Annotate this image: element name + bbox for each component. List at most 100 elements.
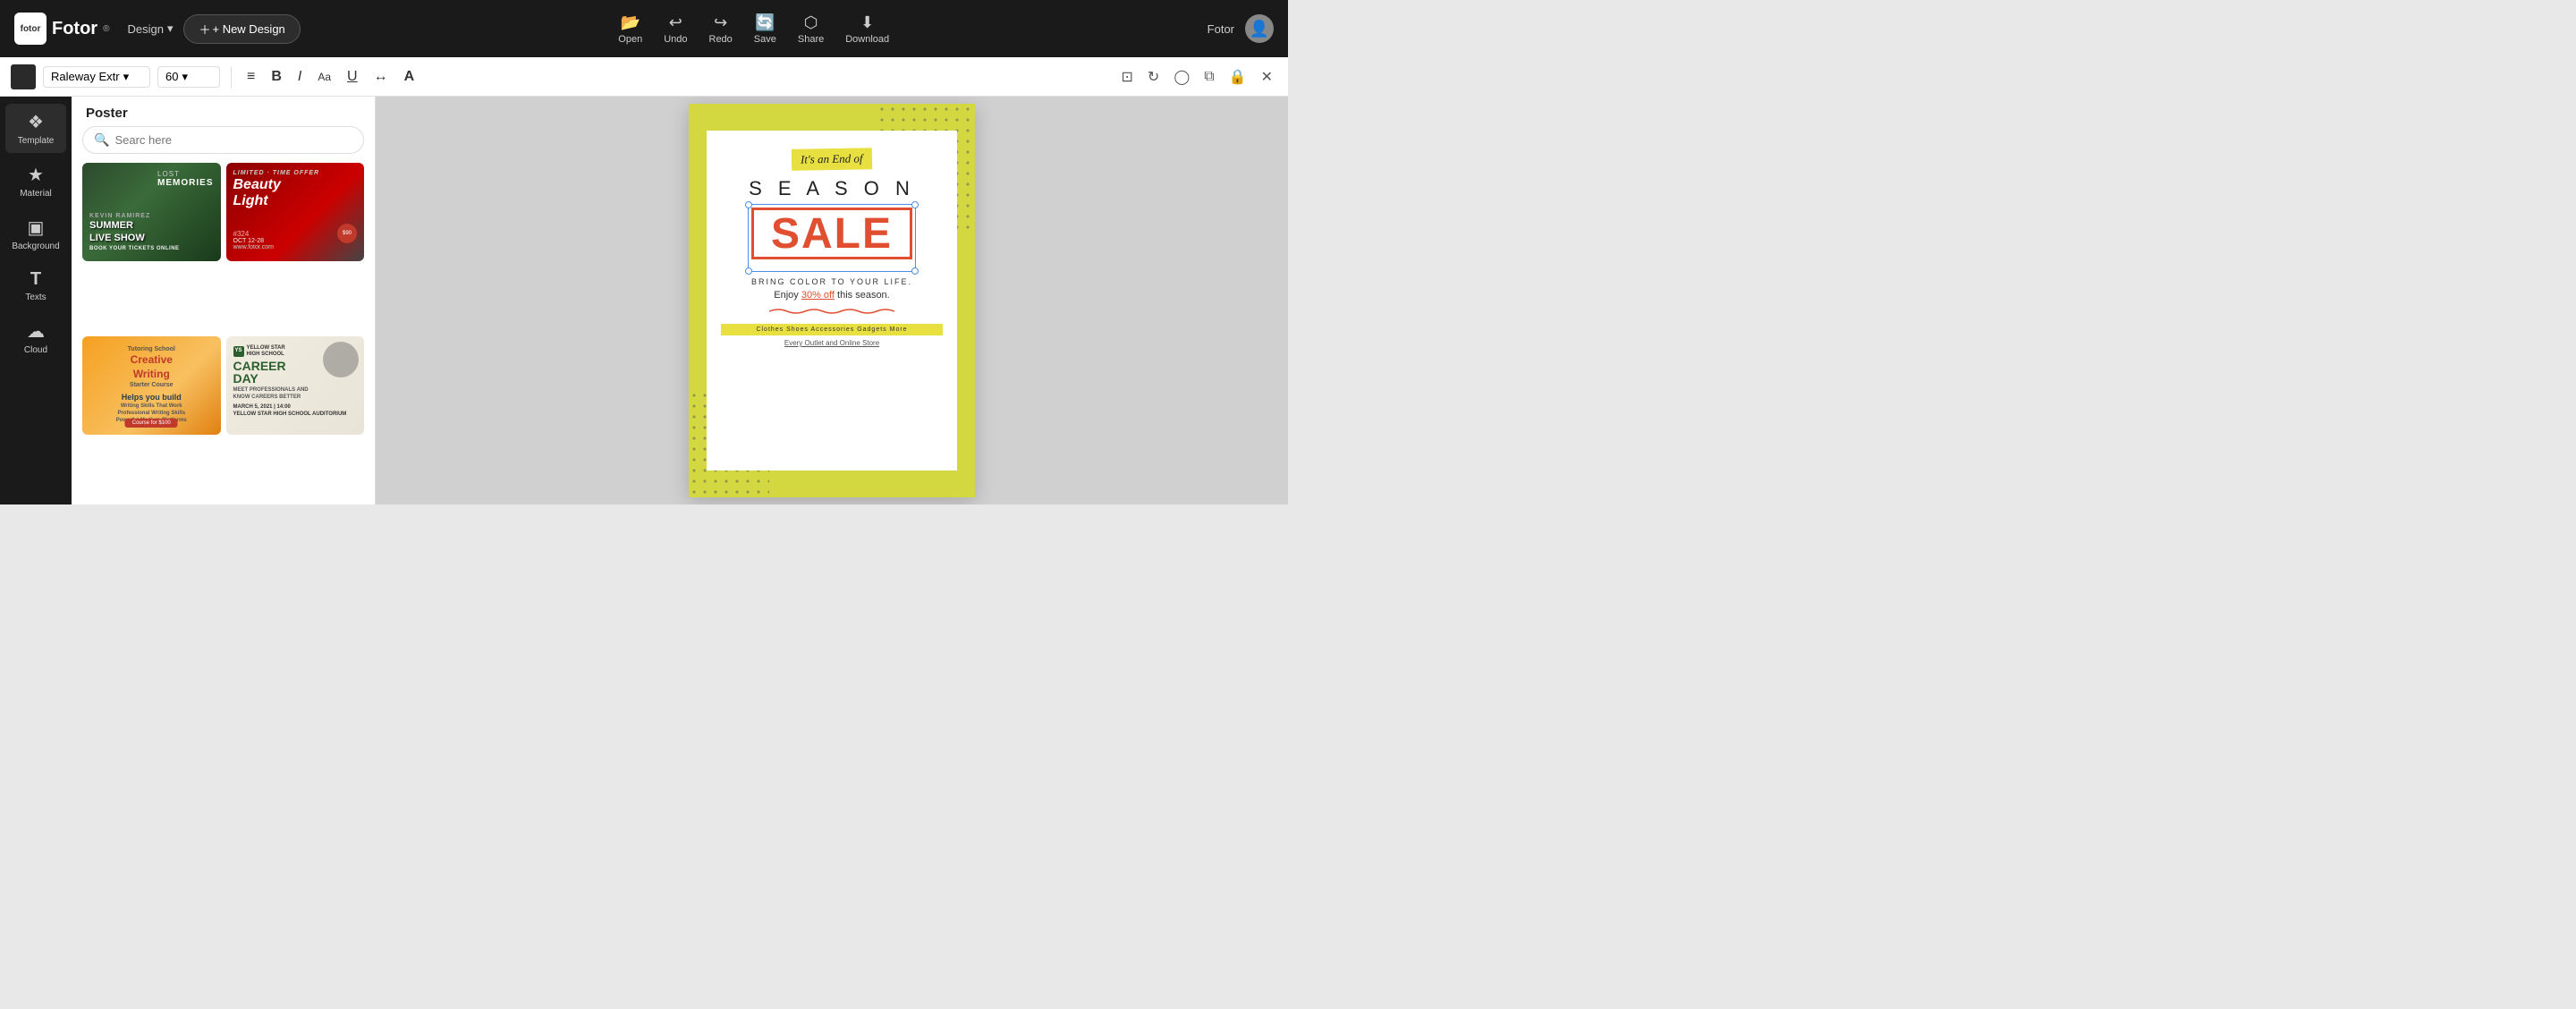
sale-element[interactable]: SALE <box>751 208 912 268</box>
topbar: fotor Fotor ® Design ▾ ＋ + New Design 📂 … <box>0 0 1288 57</box>
material-icon: ★ <box>28 164 44 186</box>
bold-button[interactable]: B <box>267 66 286 88</box>
redo-label: Redo <box>709 34 733 45</box>
resize-handle-br[interactable] <box>911 267 919 275</box>
sidebar-item-cloud[interactable]: ☁ Cloud <box>5 313 66 362</box>
font-family-selector[interactable]: Raleway Extr ▾ <box>43 66 150 88</box>
template-card[interactable]: LIMITED · TIME OFFER BeautyLight #324 OC… <box>226 163 365 261</box>
mask-button[interactable]: ◯ <box>1169 65 1194 89</box>
undo-action[interactable]: ↩ Undo <box>664 13 687 45</box>
duplicate-icon: ⊡ <box>1122 70 1133 85</box>
letter-spacing-button[interactable]: ↔ <box>369 66 393 88</box>
sidebar-item-label: Texts <box>25 293 46 302</box>
chevron-down-icon: ▾ <box>167 21 174 36</box>
font-color-swatch[interactable] <box>11 64 36 89</box>
rotate-icon: ↻ <box>1148 70 1159 85</box>
template-card[interactable]: KEVIN RAMIREZ SUMMERLIVE SHOW BOOK YOUR … <box>82 163 221 261</box>
redo-action[interactable]: ↪ Redo <box>709 13 733 45</box>
user-name: Fotor <box>1208 22 1234 36</box>
divider-1 <box>231 66 232 88</box>
align-icon: ≡ <box>247 69 255 84</box>
avatar[interactable]: 👤 <box>1245 14 1274 43</box>
topbar-right: Fotor 👤 <box>1208 14 1274 43</box>
italic-button[interactable]: I <box>293 66 306 88</box>
sidebar-item-template[interactable]: ❖ Template <box>5 104 66 153</box>
lock-icon: 🔒 <box>1229 70 1247 85</box>
underline-button[interactable]: U <box>343 66 362 88</box>
sidebar-item-label: Background <box>12 242 59 251</box>
wavy-line <box>769 308 894 315</box>
download-action[interactable]: ⬇ Download <box>845 13 889 45</box>
underline-icon: U <box>347 69 358 84</box>
search-bar[interactable]: 🔍 <box>82 126 364 154</box>
delete-button[interactable]: ✕ <box>1257 65 1277 89</box>
text-case-button[interactable]: A <box>400 66 419 88</box>
letter-spacing-icon: ↔ <box>374 69 388 84</box>
font-size-label: 60 <box>165 70 178 83</box>
sale-box: SALE <box>751 208 912 259</box>
search-input[interactable] <box>114 133 352 147</box>
template-card-text: LIMITED · TIME OFFER BeautyLight <box>233 170 320 209</box>
font-size-selector[interactable]: 60 ▾ <box>157 66 220 88</box>
undo-label: Undo <box>664 34 687 45</box>
mask-icon: ◯ <box>1174 70 1190 85</box>
plus-icon: ＋ <box>199 21 210 38</box>
sidebar: ❖ Template ★ Material ▣ Background T Tex… <box>0 97 72 504</box>
download-icon: ⬇ <box>860 13 874 32</box>
toolbar2-right: ⊡ ↻ ◯ ⧉ 🔒 ✕ <box>1117 65 1277 89</box>
sidebar-item-label: Material <box>20 189 52 199</box>
open-action[interactable]: 📂 Open <box>618 13 642 45</box>
save-icon: 🔄 <box>755 13 775 32</box>
sidebar-item-texts[interactable]: T Texts <box>5 262 66 309</box>
bold-icon: B <box>271 69 282 84</box>
duplicate-button[interactable]: ⊡ <box>1117 65 1138 89</box>
undo-icon: ↩ <box>669 13 682 32</box>
templates-panel: Poster 🔍 KEVIN RAMIREZ SUMMERLIVE SHOW B… <box>72 97 376 504</box>
sidebar-item-label: Cloud <box>24 345 47 355</box>
texts-icon: T <box>30 269 41 290</box>
design-dropdown-button[interactable]: Design ▾ <box>127 21 173 36</box>
share-action[interactable]: ⬡ Share <box>798 13 824 45</box>
new-design-button[interactable]: ＋ + New Design <box>183 14 300 44</box>
delete-icon: ✕ <box>1261 70 1273 85</box>
save-label: Save <box>754 34 776 45</box>
background-icon: ▣ <box>28 216 45 239</box>
share-icon: ⬡ <box>804 13 818 32</box>
enjoy-text: Enjoy 30% off this season. <box>774 290 889 301</box>
season-text: S E A S O N <box>749 177 915 200</box>
rotate-button[interactable]: ↻ <box>1143 65 1164 89</box>
every-outlet-text: Every Outlet and Online Store <box>784 339 879 347</box>
poster-canvas: It's an End of S E A S O N SALE BRING <box>689 104 975 497</box>
italic-icon: I <box>298 69 301 84</box>
sale-text: SALE <box>771 209 893 259</box>
bring-color-text: BRING COLOR TO YOUR LIFE. <box>751 277 912 286</box>
download-label: Download <box>845 34 889 45</box>
layers-button[interactable]: ⧉ <box>1199 66 1218 88</box>
size-aa-icon: Aa <box>318 71 331 83</box>
align-button[interactable]: ≡ <box>242 66 259 88</box>
resize-handle-bl[interactable] <box>745 267 752 275</box>
canvas-area: It's an End of S E A S O N SALE BRING <box>376 97 1288 504</box>
logo-sup: ® <box>103 24 109 34</box>
template-card[interactable]: Tutoring School CreativeWriting Starter … <box>82 336 221 435</box>
templates-grid: KEVIN RAMIREZ SUMMERLIVE SHOW BOOK YOUR … <box>72 163 375 504</box>
chevron-down-icon: ▾ <box>182 70 188 84</box>
categories-bar: Clothes Shoes Accessories Gadgets More <box>721 324 943 335</box>
sidebar-item-material[interactable]: ★ Material <box>5 157 66 206</box>
topbar-actions: 📂 Open ↩ Undo ↪ Redo 🔄 Save ⬡ Share ⬇ Do… <box>311 13 1197 45</box>
lock-button[interactable]: 🔒 <box>1224 65 1251 89</box>
font-size-aa-button[interactable]: Aa <box>313 66 335 88</box>
sidebar-item-label: Template <box>18 136 55 146</box>
tag-banner: It's an End of <box>792 148 872 171</box>
sidebar-item-background[interactable]: ▣ Background <box>5 209 66 259</box>
main-area: ❖ Template ★ Material ▣ Background T Tex… <box>0 97 1288 504</box>
resize-handle-tr[interactable] <box>911 201 919 208</box>
font-name-label: Raleway Extr <box>51 70 120 83</box>
logo: fotor Fotor ® <box>14 13 109 45</box>
chevron-down-icon: ▾ <box>123 70 130 84</box>
formatting-toolbar: Raleway Extr ▾ 60 ▾ ≡ B I Aa U ↔ A ⊡ ↻ ◯… <box>0 57 1288 97</box>
off-highlight: 30% off <box>801 290 835 301</box>
template-card[interactable]: YS YELLOW STARHIGH SCHOOL CAREERDAY MEET… <box>226 336 365 435</box>
save-action[interactable]: 🔄 Save <box>754 13 776 45</box>
open-icon: 📂 <box>621 13 640 32</box>
